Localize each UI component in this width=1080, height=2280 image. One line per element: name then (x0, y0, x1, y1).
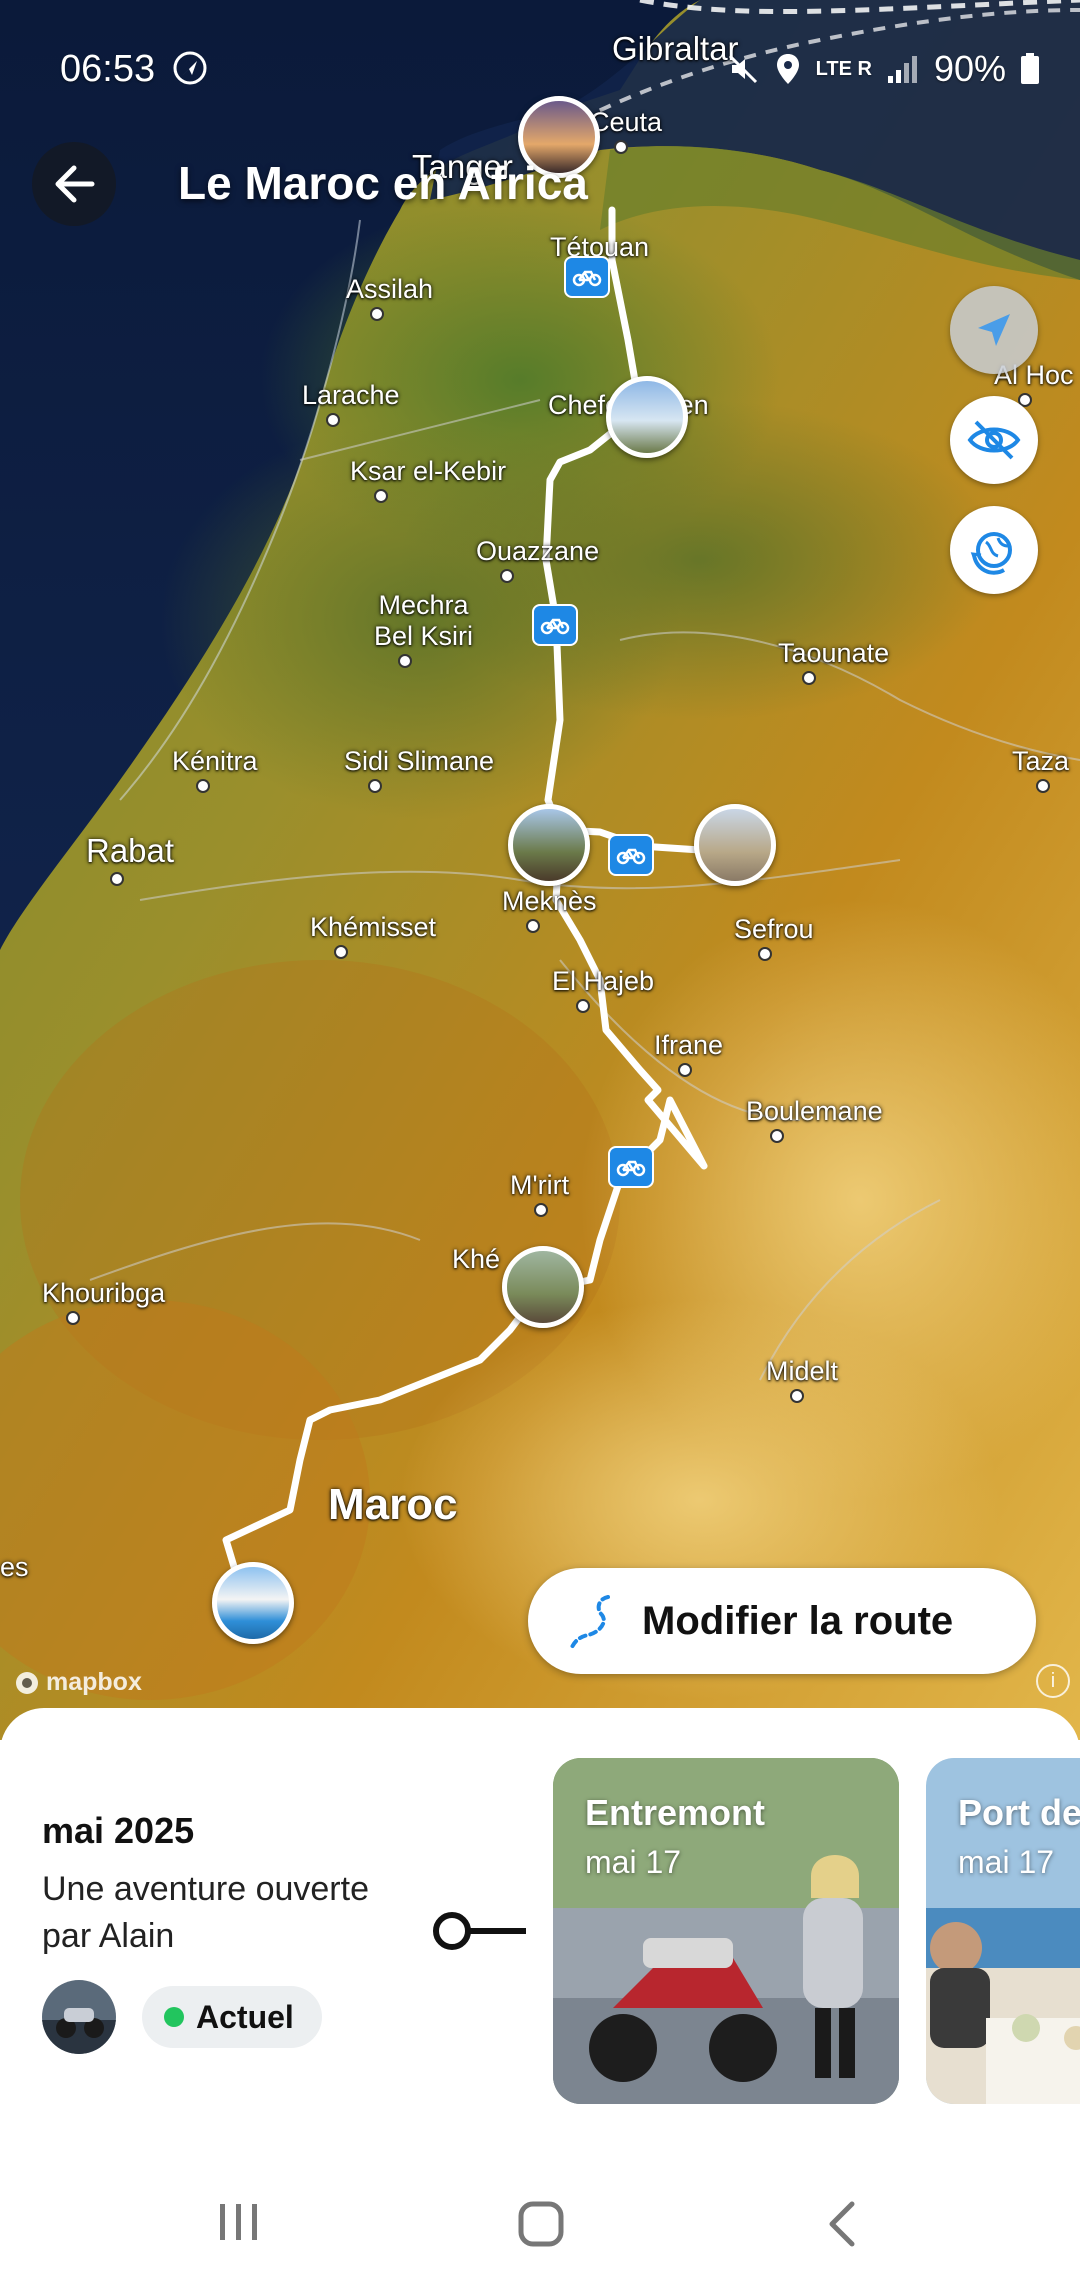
place-label: Larache (302, 380, 400, 410)
globe-rotate-icon (970, 532, 1012, 575)
place-label: Sefrou (734, 914, 814, 944)
place-label: Mechra Bel Ksiri (374, 590, 474, 651)
place-label: Rabat (86, 832, 175, 869)
battery-icon (1021, 53, 1039, 84)
place-label: Ifrane (654, 1030, 724, 1060)
avatar[interactable] (42, 1980, 116, 2054)
page-title: Le Maroc en Africa (178, 157, 588, 209)
map-info-icon[interactable]: i (1036, 1664, 1070, 1698)
back-button[interactable] (32, 142, 116, 226)
place-dot (1036, 779, 1050, 793)
mapbox-logo-icon (16, 1671, 38, 1694)
map-view[interactable]: Gibraltar Ceuta Tanger Tétouan Assilah Larach… (0, 0, 1080, 1740)
navigation-active-icon (173, 51, 207, 85)
place-dot (334, 945, 348, 959)
location-arrow-icon (978, 314, 1010, 346)
arrow-left-icon (55, 165, 95, 203)
edit-route-label: Modifier la route (642, 1598, 954, 1643)
place-label: Assilah (346, 274, 434, 304)
network-type: LTE R (815, 57, 872, 80)
place-label: es (0, 1552, 29, 1582)
mute-icon (728, 54, 757, 84)
edit-route-button[interactable]: Modifier la route (528, 1568, 1036, 1674)
status-time: 06:53 (60, 48, 156, 90)
stop-card[interactable]: Port de mai 17 (926, 1758, 1080, 2104)
eye-off-icon (967, 420, 1021, 460)
trip-description: Une aventure ouverte par Alain (42, 1870, 369, 1955)
stop-card-date: mai 17 (585, 1844, 682, 1880)
place-dot (398, 654, 412, 668)
bike-marker-icon[interactable] (608, 1146, 654, 1188)
place-dot (196, 779, 210, 793)
place-dot (802, 671, 816, 685)
place-dot (614, 140, 628, 154)
place-dot (534, 1203, 548, 1217)
place-label: Kénitra (172, 746, 258, 776)
place-dot (374, 489, 388, 503)
bike-marker-icon[interactable] (532, 604, 578, 646)
place-dot (66, 1311, 80, 1325)
route-photo-marker[interactable] (212, 1562, 294, 1644)
map-style-button[interactable] (950, 506, 1038, 594)
place-label: M'rirt (510, 1170, 570, 1200)
place-dot (770, 1129, 784, 1143)
place-dot (500, 569, 514, 583)
status-badge-label: Actuel (196, 1998, 294, 2035)
route-photo-marker[interactable] (606, 376, 688, 458)
place-label: Khé (452, 1244, 501, 1274)
bike-marker-icon[interactable] (608, 834, 654, 876)
system-nav-bar (0, 2170, 1080, 2280)
route-photo-marker[interactable] (508, 804, 590, 886)
status-badge: Actuel (142, 1986, 322, 2048)
recent-apps-button[interactable] (214, 2200, 264, 2244)
place-label: Meknès (502, 886, 597, 916)
place-label: Taza (1012, 746, 1070, 776)
toggle-visibility-button[interactable] (950, 396, 1038, 484)
place-label: Maroc (328, 1480, 458, 1529)
active-dot-icon (164, 2007, 184, 2027)
place-dot (678, 1063, 692, 1077)
home-button[interactable] (516, 2200, 566, 2248)
place-dot (576, 999, 590, 1013)
route-photo-marker[interactable] (502, 1246, 584, 1328)
trip-month: mai 2025 (42, 1810, 195, 1851)
place-label: Khouribga (42, 1278, 166, 1308)
place-dot (326, 413, 340, 427)
place-dot (110, 872, 124, 886)
place-dot (526, 919, 540, 933)
my-location-button[interactable] (950, 286, 1038, 374)
place-label: Ksar el-Kebir (350, 456, 507, 486)
battery-level: 90% (933, 48, 1006, 89)
stop-card-title: Entremont (585, 1792, 765, 1833)
stop-card-title: Port de (958, 1792, 1080, 1833)
route-icon (570, 1595, 610, 1649)
avatar-photo (42, 1980, 116, 2054)
place-dot (790, 1389, 804, 1403)
place-label: El Hajeb (552, 966, 655, 996)
timeline-start-icon (433, 1912, 526, 1950)
mapbox-label: mapbox (46, 1668, 142, 1696)
place-label: Midelt (766, 1356, 839, 1386)
place-label: Khémisset (310, 912, 437, 942)
stop-card[interactable]: Entremont mai 17 (553, 1758, 899, 2104)
back-nav-button[interactable] (822, 2200, 862, 2248)
bike-marker-icon[interactable] (564, 256, 610, 298)
signal-icon (887, 56, 917, 83)
place-label: Boulemane (746, 1096, 883, 1126)
route-photo-marker[interactable] (694, 804, 776, 886)
place-dot (370, 307, 384, 321)
place-dot (368, 779, 382, 793)
status-bar: 06:53 LTE R 90% (0, 0, 1080, 130)
place-dot (758, 947, 772, 961)
place-label: Ouazzane (476, 536, 600, 566)
stop-card-date: mai 17 (958, 1844, 1055, 1880)
status-icons: LTE R 90% (726, 48, 1040, 90)
place-label: Sidi Slimane (344, 746, 495, 776)
location-icon (776, 54, 799, 84)
place-label: Taounate (778, 638, 890, 668)
mapbox-attribution[interactable]: mapbox (14, 1668, 142, 1697)
